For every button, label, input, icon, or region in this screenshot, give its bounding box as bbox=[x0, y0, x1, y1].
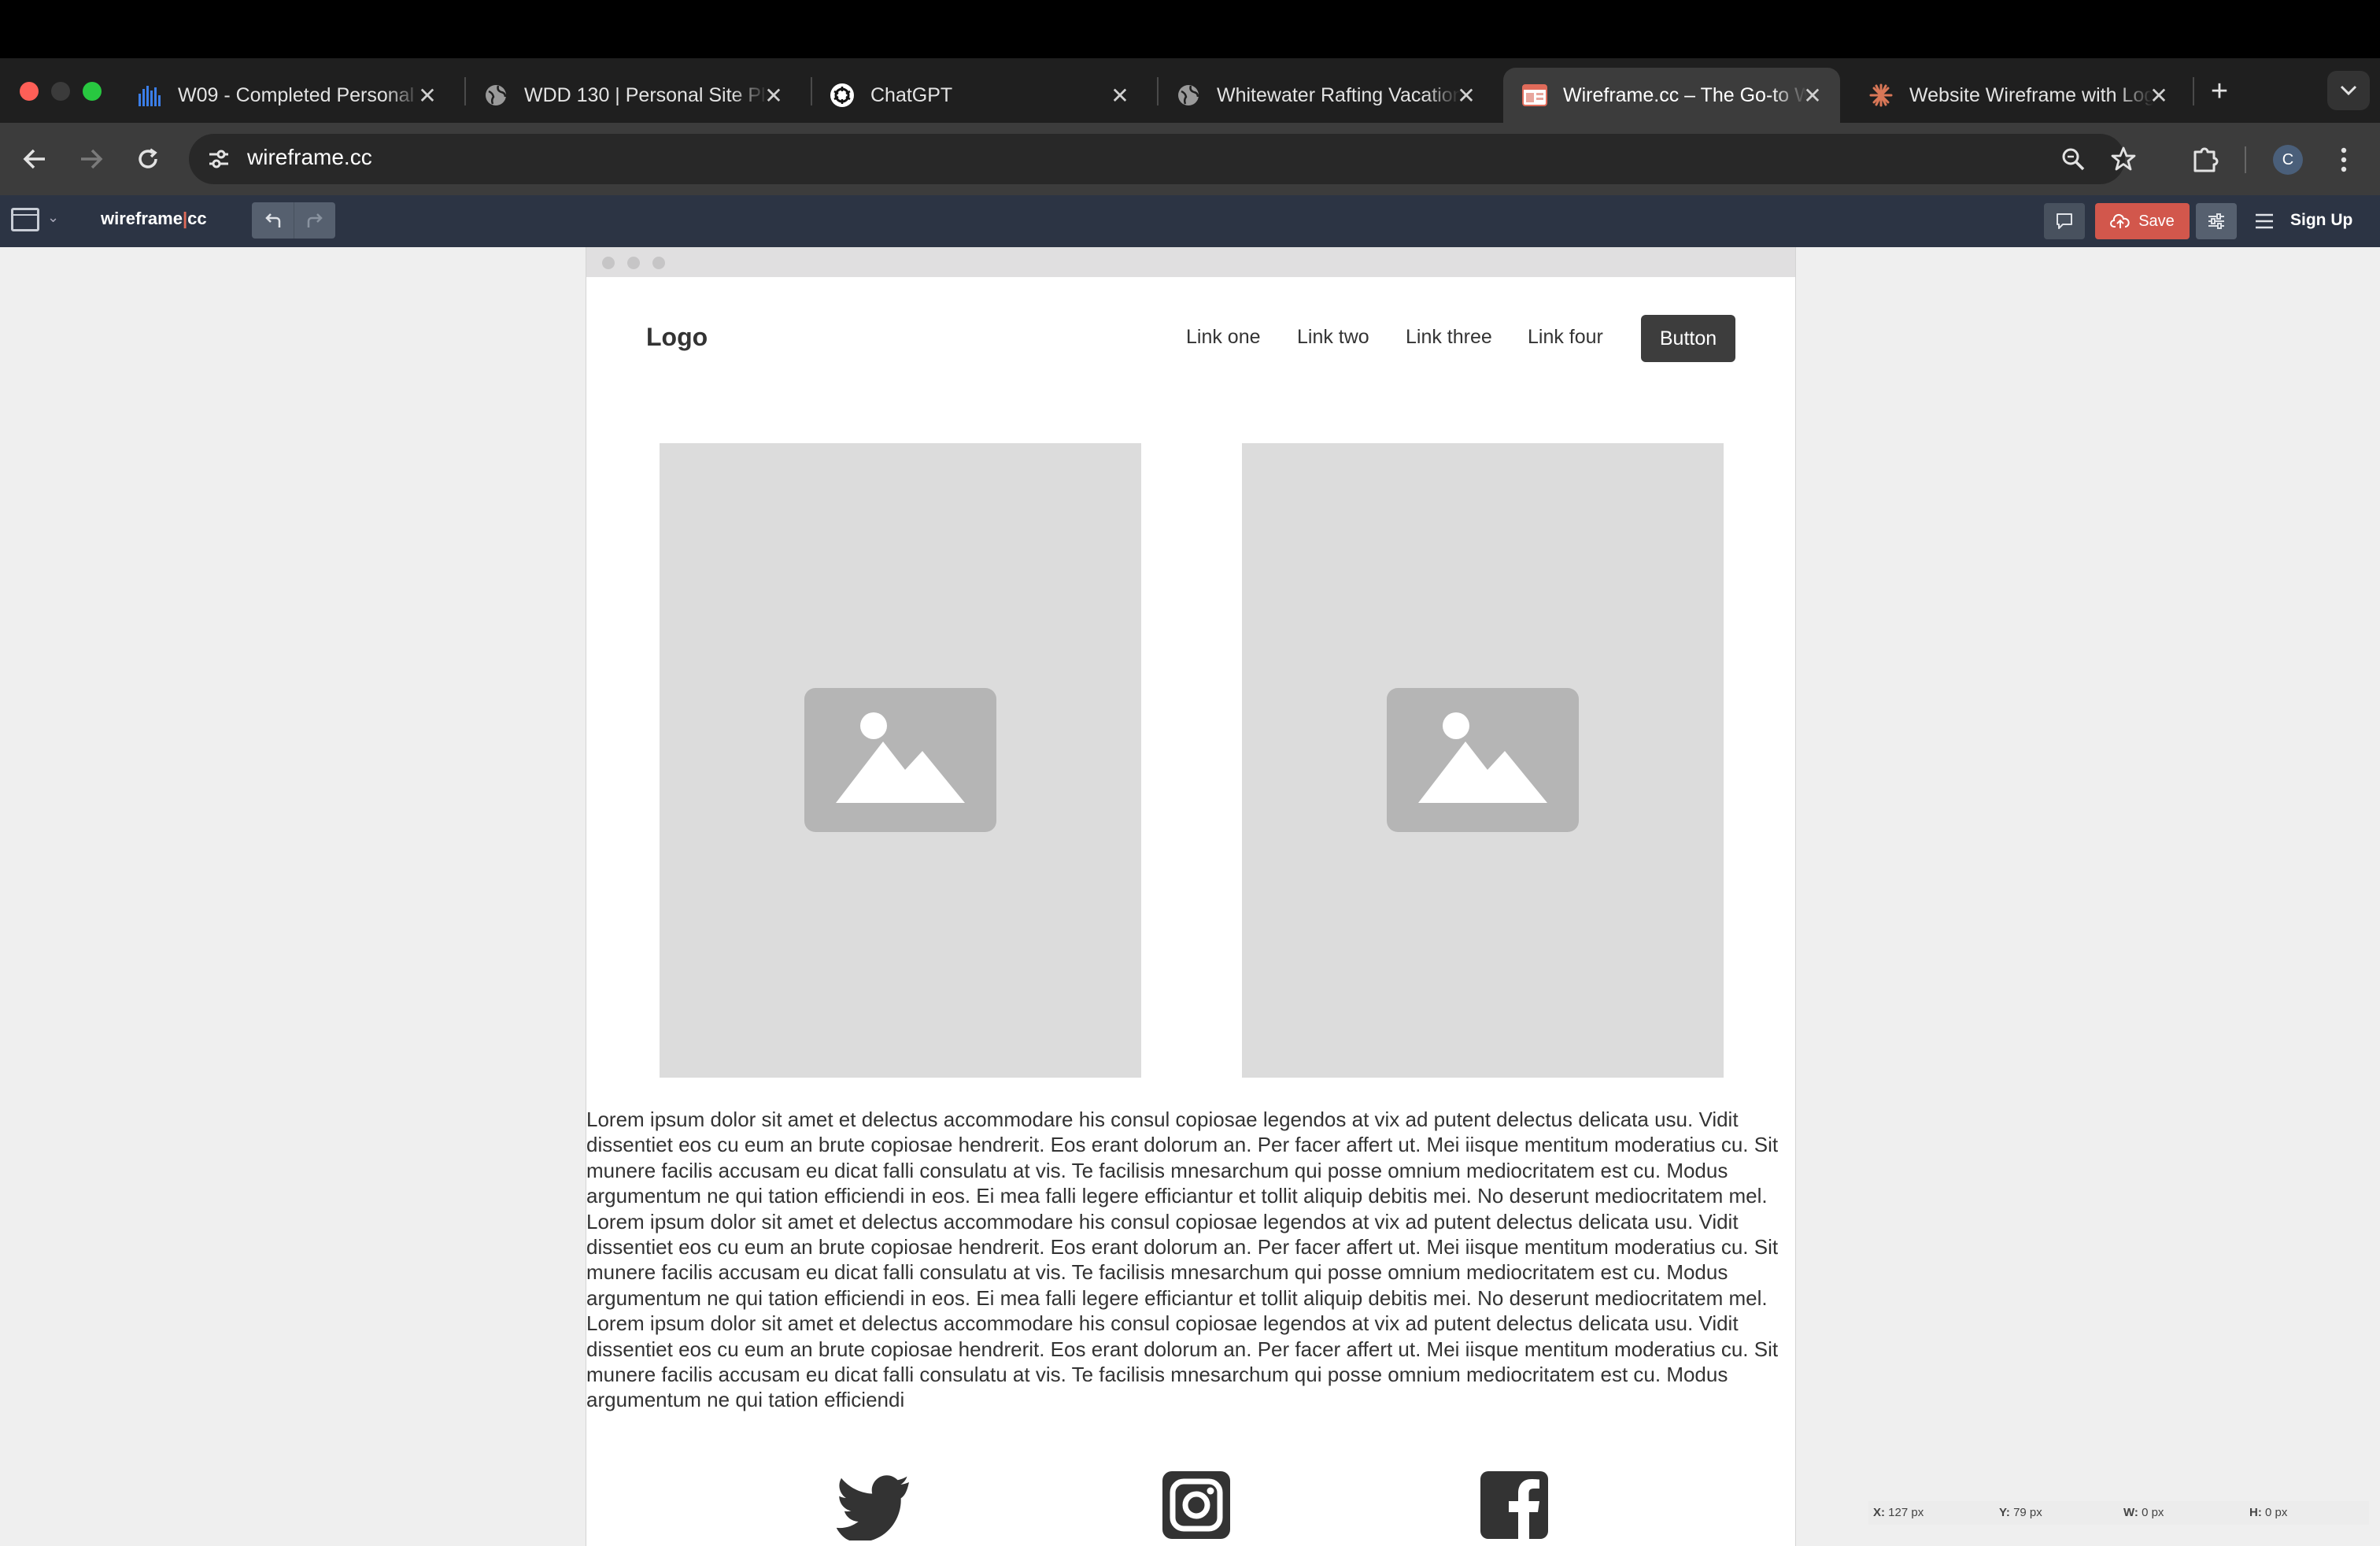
coordinate-readout: X: 127 px Y: 79 px W: 0 px H: 0 px bbox=[1868, 1501, 2369, 1525]
chatgpt-icon bbox=[830, 83, 855, 108]
tab-wireframe-active[interactable]: Wireframe.cc – The Go-to Wire ✕ bbox=[1503, 68, 1840, 123]
logo-text-right: cc bbox=[187, 209, 207, 228]
comment-icon bbox=[2057, 213, 2072, 229]
close-tab-icon[interactable]: ✕ bbox=[1107, 82, 1133, 109]
undo-button[interactable] bbox=[252, 202, 294, 239]
frame-dot bbox=[627, 257, 640, 269]
tab-whitewater[interactable]: Whitewater Rafting Vacations ✕ bbox=[1157, 68, 1494, 123]
close-tab-icon[interactable]: ✕ bbox=[1453, 82, 1480, 109]
undo-redo-group bbox=[252, 202, 335, 239]
canvas-frame-bar bbox=[586, 247, 1795, 277]
bar-chart-icon bbox=[137, 83, 162, 108]
redo-button[interactable] bbox=[294, 202, 335, 239]
frame-dot bbox=[652, 257, 665, 269]
close-tab-icon[interactable]: ✕ bbox=[760, 82, 787, 109]
w-readout: W: 0 px bbox=[2123, 1506, 2164, 1519]
close-tab-icon[interactable]: ✕ bbox=[2145, 82, 2172, 109]
zoom-icon[interactable] bbox=[2059, 145, 2087, 173]
instagram-icon[interactable] bbox=[1159, 1471, 1233, 1540]
forward-button[interactable] bbox=[76, 143, 107, 175]
address-bar[interactable] bbox=[189, 134, 2125, 184]
twitter-icon[interactable] bbox=[836, 1471, 911, 1542]
toolbar-divider bbox=[2245, 146, 2246, 173]
close-tab-icon[interactable]: ✕ bbox=[1799, 82, 1826, 109]
comment-button[interactable] bbox=[2044, 203, 2085, 239]
sign-up-link[interactable]: Sign Up bbox=[2290, 211, 2352, 230]
menu-bar bbox=[0, 0, 2380, 58]
h-readout: H: 0 px bbox=[2249, 1506, 2288, 1519]
tab-chatgpt[interactable]: ChatGPT ✕ bbox=[811, 68, 1148, 123]
bookmark-star-icon[interactable] bbox=[2109, 145, 2138, 173]
nav-link-three[interactable]: Link three bbox=[1406, 326, 1492, 349]
logo-text-left: wireframe bbox=[101, 209, 183, 228]
tab-title: WDD 130 | Personal Site Plan bbox=[524, 83, 768, 106]
wireframe-canvas[interactable]: Logo Link one Link two Link three Link f… bbox=[586, 247, 1796, 1546]
cloud-upload-icon bbox=[2110, 213, 2130, 228]
y-readout: Y: 79 px bbox=[1999, 1506, 2042, 1519]
nav-link-four[interactable]: Link four bbox=[1528, 326, 1603, 349]
tab-title: Wireframe.cc – The Go-to Wire bbox=[1563, 83, 1807, 106]
facebook-icon[interactable] bbox=[1477, 1471, 1551, 1540]
chevron-down-icon[interactable]: ⌄ bbox=[47, 209, 59, 226]
tab-website-wireframe[interactable]: Website Wireframe with Logo ✕ bbox=[1850, 68, 2186, 123]
app-logo[interactable]: wireframe|cc bbox=[101, 209, 207, 229]
tab-separator bbox=[2193, 77, 2194, 105]
tab-wdd130[interactable]: WDD 130 | Personal Site Plan ✕ bbox=[464, 68, 801, 123]
image-placeholder-left[interactable] bbox=[660, 443, 1141, 1078]
minimize-window-button[interactable] bbox=[51, 82, 70, 101]
forward-arrow-icon bbox=[81, 149, 103, 169]
tab-title: ChatGPT bbox=[870, 83, 953, 106]
tab-search-button[interactable] bbox=[2327, 71, 2370, 110]
site-settings-icon[interactable] bbox=[206, 146, 231, 172]
claude-icon bbox=[1868, 83, 1894, 108]
reload-icon bbox=[139, 148, 157, 168]
back-button[interactable] bbox=[19, 143, 50, 175]
image-placeholder-right[interactable] bbox=[1242, 443, 1724, 1078]
wireframe-logo[interactable]: Logo bbox=[646, 323, 708, 352]
close-window-button[interactable] bbox=[20, 82, 39, 101]
app-toolbar bbox=[0, 195, 2380, 247]
undo-icon bbox=[264, 213, 280, 227]
settings-button[interactable] bbox=[2196, 203, 2237, 239]
paragraph-text[interactable]: Lorem ipsum dolor sit amet et delectus a… bbox=[586, 1107, 1795, 1413]
tab-title: Website Wireframe with Logo bbox=[1909, 83, 2153, 106]
maximize-window-button[interactable] bbox=[83, 82, 102, 101]
extensions-icon[interactable] bbox=[2190, 144, 2220, 174]
x-readout: X: 127 px bbox=[1873, 1506, 1924, 1519]
wireframe-icon bbox=[1522, 83, 1547, 108]
tab-w09[interactable]: W09 - Completed Personal Site Pr ✕ bbox=[118, 68, 455, 123]
menu-icon[interactable] bbox=[2252, 209, 2276, 233]
chevron-down-icon bbox=[2340, 85, 2357, 96]
profile-avatar[interactable]: C bbox=[2273, 145, 2303, 175]
back-arrow-icon bbox=[23, 149, 45, 169]
nav-link-two[interactable]: Link two bbox=[1297, 326, 1369, 349]
close-tab-icon[interactable]: ✕ bbox=[414, 82, 441, 109]
url-text[interactable]: wireframe.cc bbox=[247, 145, 372, 170]
reload-button[interactable] bbox=[132, 143, 164, 175]
tab-title: Whitewater Rafting Vacations bbox=[1217, 83, 1461, 106]
globe-icon bbox=[1176, 83, 1201, 108]
nav-link-one[interactable]: Link one bbox=[1186, 326, 1261, 349]
browser-frame-icon[interactable] bbox=[11, 208, 39, 231]
tab-title: W09 - Completed Personal Site Pr bbox=[178, 83, 422, 106]
sliders-icon bbox=[2208, 213, 2224, 229]
image-icon bbox=[1387, 688, 1579, 832]
globe-icon bbox=[483, 83, 508, 108]
more-menu-icon[interactable] bbox=[2334, 145, 2353, 175]
frame-dot bbox=[602, 257, 615, 269]
save-button[interactable]: Save bbox=[2095, 203, 2190, 239]
new-tab-button[interactable]: + bbox=[2204, 75, 2235, 108]
redo-icon bbox=[307, 213, 323, 227]
wireframe-button[interactable]: Button bbox=[1641, 315, 1735, 362]
image-icon bbox=[804, 688, 996, 832]
save-label: Save bbox=[2138, 212, 2175, 230]
